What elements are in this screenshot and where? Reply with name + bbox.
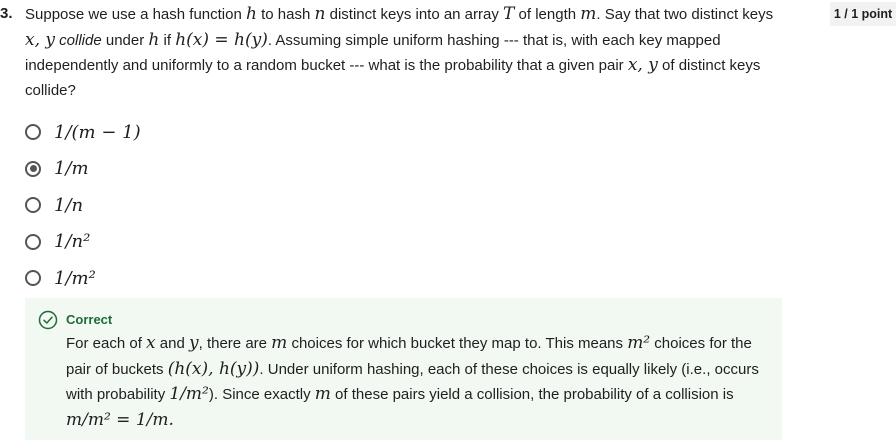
text-run: under <box>101 31 149 49</box>
text-run: choices for which bucket they map to. Th… <box>287 335 628 352</box>
feedback-panel: Correct For each of x and y, there are m… <box>25 298 782 440</box>
math-h: h <box>246 4 257 24</box>
feedback-status: Correct <box>66 312 113 327</box>
option-4[interactable]: 1/n² <box>25 224 141 261</box>
math-m-squared: m² <box>627 333 651 353</box>
points-badge: 1 / 1 point <box>830 2 896 26</box>
radio-button[interactable] <box>25 197 41 214</box>
answer-options: 1/(m − 1) 1/m 1/n 1/n² 1/m² <box>25 114 141 297</box>
radio-button-selected[interactable] <box>25 160 41 177</box>
text-run: of these pairs yield a collision, the pr… <box>330 386 734 403</box>
math-n: n <box>314 4 326 24</box>
radio-button[interactable] <box>25 270 41 287</box>
option-3[interactable]: 1/n <box>25 187 141 224</box>
math-xy: x, y <box>627 55 658 75</box>
radio-button[interactable] <box>25 233 41 250</box>
text-run: if <box>159 31 176 49</box>
collide-term: collide <box>55 31 102 49</box>
math-m: m <box>271 333 288 353</box>
math-collision-equation: h(x) = h(y) <box>175 29 268 50</box>
math-T: T <box>503 4 515 24</box>
question-text: Suppose we use a hash function h to hash… <box>25 2 785 103</box>
math-m: m <box>580 4 597 24</box>
text-run: Suppose we use a hash function <box>25 6 246 23</box>
option-label: 1/m <box>54 158 89 180</box>
text-run: distinct keys into an array <box>325 6 504 23</box>
text-run: . Say that two distinct keys <box>596 6 774 23</box>
option-5[interactable]: 1/m² <box>25 260 141 297</box>
text-run: , there are <box>198 335 272 352</box>
math-final-result: m/m² = 1/m. <box>66 409 174 430</box>
text-run: ). Since exactly <box>208 386 315 403</box>
math-y: y <box>189 333 199 353</box>
option-label: 1/n² <box>54 231 91 253</box>
question-number: 3. <box>0 5 13 22</box>
feedback-explanation: For each of x and y, there are m choices… <box>66 331 766 433</box>
option-1[interactable]: 1/(m − 1) <box>25 114 141 151</box>
text-run: and <box>155 335 190 352</box>
text-run: of length <box>514 6 581 23</box>
math-x: x <box>146 333 156 353</box>
check-circle-icon <box>38 310 58 330</box>
text-run: to hash <box>256 6 315 23</box>
math-m: m <box>314 384 331 404</box>
math-xy: x, y <box>25 29 55 50</box>
math-bucket-pair: (h(x), h(y)) <box>167 358 260 379</box>
option-2[interactable]: 1/m <box>25 151 141 188</box>
option-label: 1/n <box>54 194 84 216</box>
text-run: For each of <box>66 335 147 352</box>
radio-button[interactable] <box>25 124 41 141</box>
option-label: 1/(m − 1) <box>54 121 141 143</box>
option-label: 1/m² <box>54 267 96 289</box>
math-h: h <box>148 29 160 50</box>
math-probability: 1/m² <box>169 384 209 404</box>
